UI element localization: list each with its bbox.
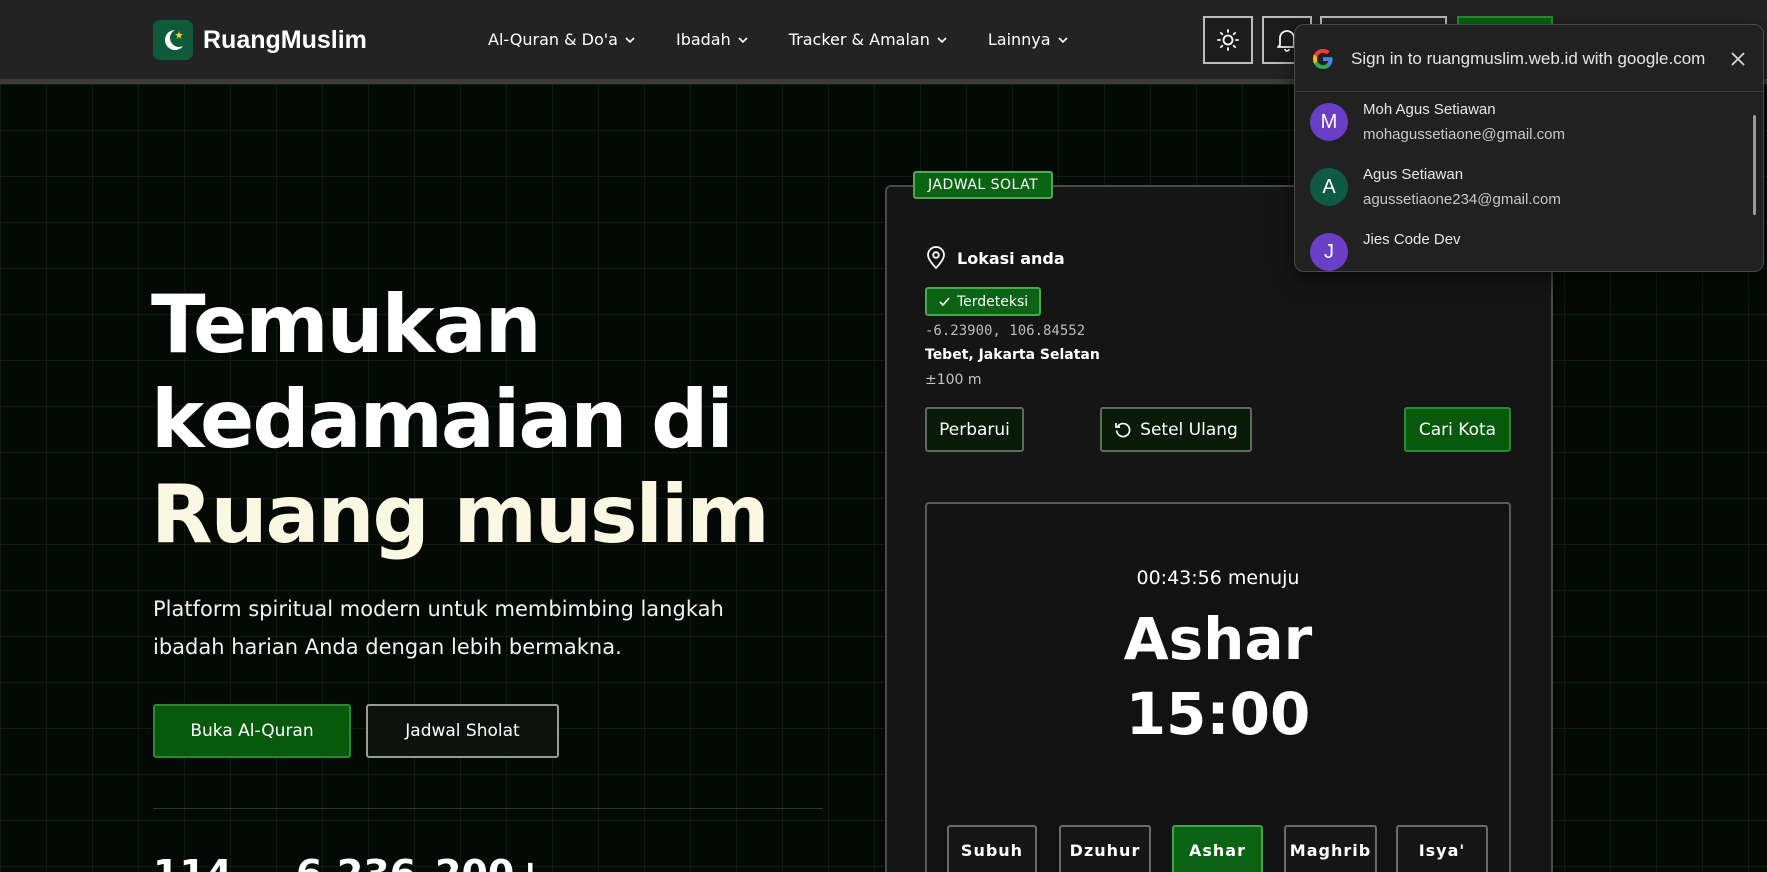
hero-title-line: Temukan [151,278,542,371]
prayer-schedule-button[interactable]: Jadwal Sholat [366,704,559,758]
divider [153,808,823,809]
account-name: Moh Agus Setiawan [1363,101,1496,118]
account-item[interactable]: J Jies Code Dev [1295,223,1763,271]
popup-header: Sign in to ruangmuslim.web.id with googl… [1295,25,1763,92]
close-icon[interactable] [1729,50,1747,68]
hero-title-line: kedamaian di [151,373,734,466]
reset-button[interactable]: Setel Ulang [1100,407,1252,452]
avatar: M [1310,103,1348,141]
reset-icon [1115,422,1131,437]
brand-name: RuangMuslim [203,25,367,54]
popup-title: Sign in to ruangmuslim.web.id with googl… [1351,49,1706,68]
hero-subtitle: Platform spiritual modern untuk membimbi… [153,590,753,666]
account-item[interactable]: M Moh Agus Setiawan mohagussetiaone@gmai… [1295,93,1763,157]
nav-item-quran[interactable]: Al-Quran & Do'a [488,30,636,49]
hero-title-highlight: Ruang muslim [151,468,770,561]
nav-label: Al-Quran & Do'a [488,30,618,49]
nav-label: Ibadah [675,30,731,49]
detected-badge: Terdeteksi [925,287,1042,316]
tab-ashar[interactable]: Ashar [1172,825,1263,872]
coordinates: -6.23900, 106.84552 [925,323,1086,339]
nav-item-lainnya[interactable]: Lainnya [988,30,1069,49]
next-prayer-name: Ashar [1123,605,1313,673]
next-prayer-time: 15:00 [1125,680,1311,748]
stat-value: 114 [153,852,232,872]
nav-label: Lainnya [987,30,1051,49]
chevron-down-icon [625,36,635,43]
stat-value: 200+ [435,852,546,872]
refresh-button[interactable]: Perbarui [925,407,1024,452]
stat-value: 6.236 [296,852,416,872]
open-quran-button[interactable]: Buka Al-Quran [153,704,351,758]
check-icon [939,297,950,307]
countdown-text: 00:43:56 menuju [1136,567,1300,589]
reset-label: Setel Ulang [1140,419,1238,440]
nav-item-tracker[interactable]: Tracker & Amalan [789,30,948,49]
chevron-down-icon [738,36,748,43]
detected-label: Terdeteksi [957,293,1029,310]
area-name: Tebet, Jakarta Selatan [925,347,1100,363]
hero-subtitle-line: Platform spiritual modern untuk membimbi… [153,597,724,621]
google-signin-popup: Sign in to ruangmuslim.web.id with googl… [1294,24,1764,272]
tab-maghrib[interactable]: Maghrib [1284,825,1377,872]
nav-item-ibadah[interactable]: Ibadah [676,30,749,49]
account-email: mohagussetiaone@gmail.com [1363,126,1565,143]
card-tag: JADWAL SOLAT [913,171,1054,199]
brand-logo[interactable]: RuangMuslim [153,20,367,60]
account-name: Jies Code Dev [1363,231,1461,248]
map-pin-icon [927,246,945,270]
account-item[interactable]: A Agus Setiawan agussetiaone234@gmail.co… [1295,158,1763,222]
avatar: A [1310,168,1348,206]
location-accuracy: ±100 m [925,372,982,388]
main-nav: Al-Quran & Do'a Ibadah Tracker & Amalan … [488,30,1109,49]
scrollbar[interactable] [1753,115,1756,215]
nav-label: Tracker & Amalan [788,30,930,49]
hero-subtitle-line: ibadah harian Anda dengan lebih bermakna… [153,635,622,659]
search-city-button[interactable]: Cari Kota [1404,407,1511,452]
avatar: J [1310,233,1348,271]
tab-subuh[interactable]: Subuh [947,825,1037,872]
google-icon [1313,49,1333,69]
tab-isya[interactable]: Isya' [1396,825,1488,872]
account-name: Agus Setiawan [1363,166,1464,183]
account-email: agussetiaone234@gmail.com [1363,191,1561,208]
location-row: Lokasi anda [925,246,1065,270]
hero-title: Temukan kedamaian di Ruang muslim [151,277,770,562]
location-label: Lokasi anda [957,248,1065,268]
theme-toggle-button[interactable] [1203,16,1253,64]
crescent-icon [153,20,193,60]
tab-dzuhur[interactable]: Dzuhur [1059,825,1151,872]
chevron-down-icon [937,36,947,43]
chevron-down-icon [1057,36,1068,43]
sun-icon [1217,29,1239,51]
